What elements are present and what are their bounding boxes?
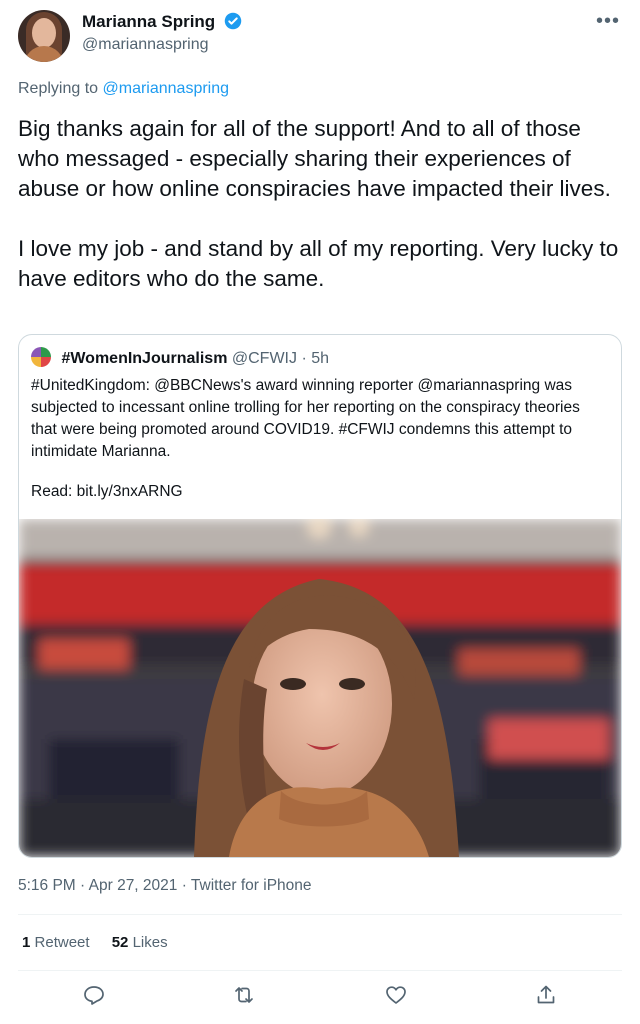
quoted-avatar-icon (31, 347, 51, 367)
retweet-count: 1 (22, 934, 31, 951)
tweet-meta[interactable]: 5:16 PM · Apr 27, 2021 · Twitter for iPh… (18, 877, 312, 895)
tweet-stats: 1 Retweet 52 Likes (22, 934, 168, 951)
tweet-paragraph-2: I love my job - and stand by all of my r… (18, 236, 619, 291)
retweet-stat[interactable]: 1 Retweet (22, 934, 94, 951)
replying-to-link[interactable]: @mariannaspring (103, 80, 230, 97)
likes-stat[interactable]: 52 Likes (112, 934, 168, 951)
more-options-icon[interactable]: ••• (596, 10, 620, 33)
quoted-tweet[interactable]: #WomenInJournalism @CFWIJ · 5h #UnitedKi… (18, 334, 622, 858)
verified-badge-icon (224, 12, 242, 30)
divider-bottom (18, 970, 622, 971)
quoted-tweet-header: #WomenInJournalism @CFWIJ · 5h (31, 347, 329, 368)
quoted-read-link[interactable]: Read: bit.ly/3nxARNG (31, 483, 183, 501)
likes-count: 52 (111, 934, 129, 951)
replying-prefix: Replying to (18, 80, 99, 97)
quoted-author-name[interactable]: #WomenInJournalism (61, 350, 227, 367)
quoted-body: #UnitedKingdom: @BBCNews's award winning… (31, 377, 580, 460)
divider-top (18, 914, 622, 915)
replying-to: Replying to @mariannaspring (18, 80, 229, 98)
tweet-text: Big thanks again for all of the support!… (18, 114, 626, 294)
retweet-icon[interactable] (232, 983, 256, 1007)
tweet: Marianna Spring @mariannaspring ••• Repl… (0, 0, 640, 1024)
quoted-text: #UnitedKingdom: @BBCNews's award winning… (31, 375, 609, 463)
retweet-label: Retweet (34, 934, 90, 951)
quoted-author-handle[interactable]: @CFWIJ (232, 350, 297, 367)
quoted-photo[interactable] (19, 519, 621, 857)
author-name[interactable]: Marianna Spring (82, 12, 215, 31)
author-handle[interactable]: @mariannaspring (82, 36, 209, 54)
tweet-paragraph-1: Big thanks again for all of the support!… (18, 116, 611, 201)
reply-icon[interactable] (82, 983, 106, 1007)
action-bar (0, 983, 640, 1011)
quoted-time: · 5h (301, 350, 330, 367)
avatar[interactable] (18, 10, 70, 62)
author-name-row[interactable]: Marianna Spring (82, 12, 242, 32)
like-icon[interactable] (384, 983, 408, 1007)
likes-label: Likes (132, 934, 168, 951)
share-icon[interactable] (534, 983, 558, 1007)
